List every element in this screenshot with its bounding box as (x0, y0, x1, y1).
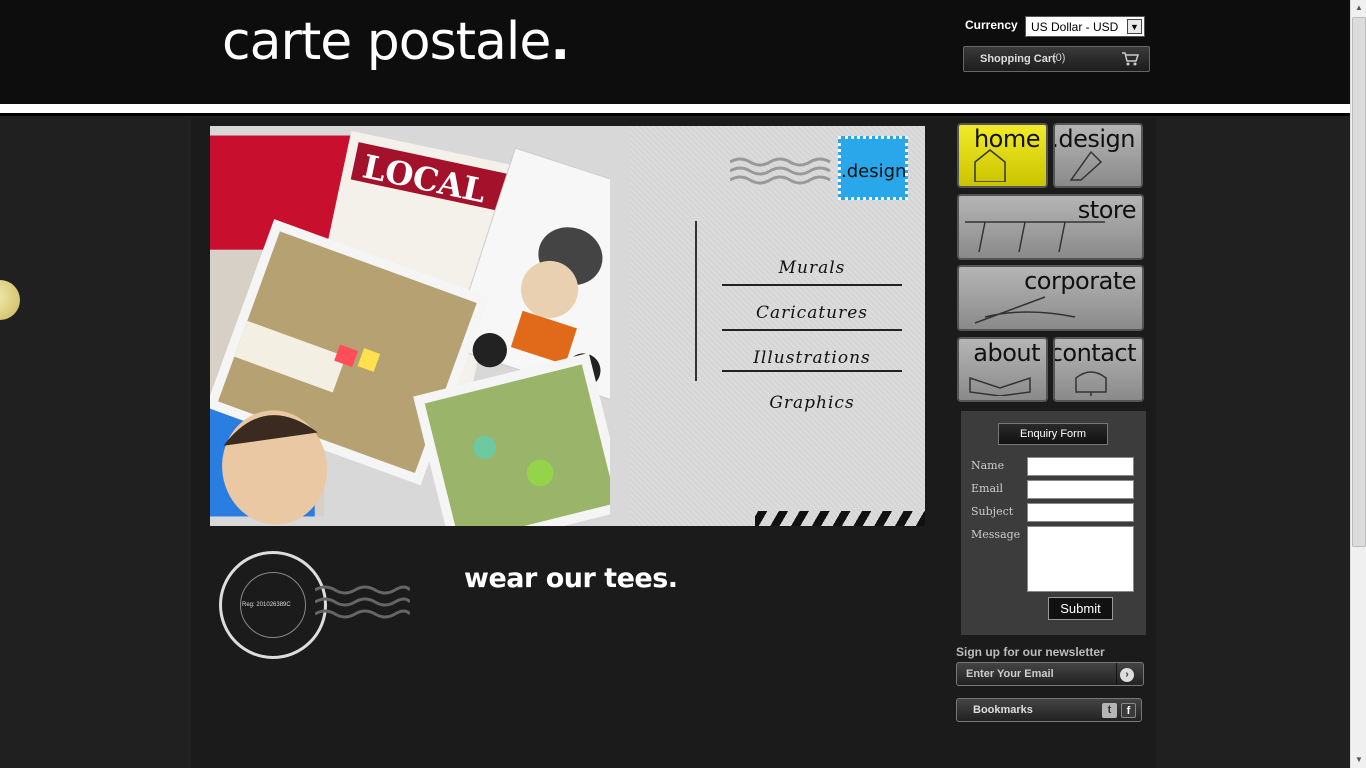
scrollbar-thumb[interactable] (1352, 17, 1366, 547)
message-field[interactable] (1027, 526, 1134, 592)
email-label: Email (971, 482, 1004, 495)
nav-contact-tile[interactable]: contact (1053, 337, 1144, 402)
shopping-cart-button[interactable]: Shopping Cart (0) (963, 46, 1150, 72)
bookmarks-bar: Bookmarks t f (956, 698, 1142, 722)
cart-count: (0) (1052, 52, 1066, 64)
logo-text: carte postale (222, 12, 551, 72)
menu-underline (722, 284, 902, 286)
mailbox-sketch-icon (1075, 371, 1107, 396)
nav-store-tile[interactable]: store (957, 194, 1144, 260)
book-sketch-icon (969, 376, 1031, 396)
postmark-lines (730, 157, 831, 185)
menu-underline (722, 329, 902, 331)
newsletter-label: Sign up for our newsletter (956, 645, 1105, 659)
message-label: Message (971, 528, 1021, 541)
currency-label: Currency (965, 18, 1018, 32)
facebook-icon[interactable]: f (1121, 703, 1136, 718)
seal-wave-lines (315, 585, 410, 619)
newsletter-separator (1116, 663, 1117, 685)
currency-select[interactable]: US Dollar - USD ▼ (1025, 16, 1145, 37)
collage-image: LOCAL (210, 130, 610, 526)
seal-reg-number: Reg: 201026389C (242, 602, 291, 608)
vertical-scrollbar[interactable]: ▲ ▼ (1350, 0, 1366, 768)
header-divider (0, 104, 1350, 116)
enquiry-form-title: Enquiry Form (998, 423, 1108, 445)
scroll-down-icon[interactable]: ▼ (1351, 752, 1366, 768)
name-field[interactable] (1027, 457, 1134, 476)
twitter-icon[interactable]: t (1102, 703, 1117, 718)
postcard-divider (695, 221, 697, 381)
site-header: carte postale. Currency US Dollar - USD … (0, 0, 1350, 104)
menu-caricatures[interactable]: Caricatures (722, 303, 902, 323)
shopping-cart-icon (1122, 52, 1139, 66)
clothes-rack-sketch-icon (965, 221, 1105, 253)
menu-graphics[interactable]: Graphics (722, 393, 902, 413)
cart-label: Shopping Cart (980, 53, 1056, 65)
airmail-stripes (755, 511, 925, 526)
currency-selected-value: US Dollar - USD (1031, 20, 1119, 34)
email-field[interactable] (1027, 480, 1134, 499)
menu-illustrations[interactable]: Illustrations (722, 348, 902, 368)
bookmarks-label: Bookmarks (973, 704, 1033, 716)
design-stamp[interactable]: .design (838, 136, 908, 200)
scroll-up-icon[interactable]: ▲ (1351, 0, 1366, 16)
newsletter-email-input[interactable]: Enter Your Email › (956, 662, 1144, 686)
newsletter-placeholder: Enter Your Email (966, 668, 1054, 680)
arrow-right-icon[interactable]: › (1120, 668, 1134, 682)
menu-murals[interactable]: Murals (722, 258, 902, 278)
chevron-down-icon[interactable]: ▼ (1127, 19, 1142, 34)
house-sketch-icon (974, 149, 1006, 182)
tees-tagline[interactable]: wear our tees. (464, 563, 678, 594)
company-seal: Reg: 201026389C (219, 551, 327, 659)
nav-design-tile[interactable]: .design (1053, 123, 1143, 188)
design-sketch-icon (1069, 150, 1103, 181)
nav-corporate-tile[interactable]: corporate (957, 265, 1144, 331)
subject-field[interactable] (1027, 503, 1134, 522)
side-decoration (0, 280, 20, 320)
enquiry-form: Enquiry Form Name Email Subject Message … (961, 411, 1146, 635)
logo-dot: . (550, 12, 570, 72)
menu-underline (722, 370, 902, 372)
hero-banner: LOCAL .design Murals Caricatures Illustr… (210, 126, 925, 526)
subject-label: Subject (971, 505, 1014, 518)
nav-home-tile[interactable]: home (957, 123, 1048, 188)
submit-button[interactable]: Submit (1048, 597, 1113, 620)
pen-sketch-icon (974, 296, 1076, 324)
name-label: Name (971, 459, 1005, 472)
nav-about-tile[interactable]: about (957, 337, 1048, 402)
site-logo[interactable]: carte postale. (222, 12, 570, 72)
